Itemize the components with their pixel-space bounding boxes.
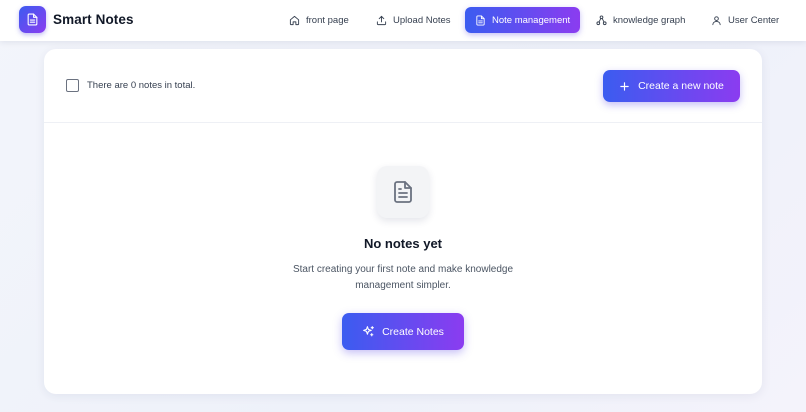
nav-item-label: User Center [728, 14, 780, 26]
empty-state-title: No notes yet [363, 236, 442, 251]
nav-item-label: front page [306, 14, 349, 26]
create-new-note-button[interactable]: Create a new note [603, 70, 740, 102]
nav-item-user-center[interactable]: User Center [701, 7, 789, 33]
main-nav: front page Upload Notes Note management [0, 7, 806, 33]
create-new-note-label: Create a new note [638, 80, 724, 92]
empty-state-description: Start creating your first note and make … [292, 264, 514, 291]
upload-icon [376, 15, 387, 25]
document-icon [394, 181, 412, 203]
top-navigation-bar: Smart Notes front page Upload Notes Note… [0, 0, 806, 41]
nav-item-front-page[interactable]: front page [279, 7, 359, 33]
create-notes-label: Create Notes [382, 325, 444, 338]
notes-toolbar: There are 0 notes in total. Create a new… [44, 49, 762, 123]
nav-item-label: knowledge graph [613, 14, 686, 26]
nav-item-knowledge-graph[interactable]: knowledge graph [586, 7, 695, 33]
empty-state-illustration [377, 166, 429, 218]
select-all-checkbox[interactable] [66, 79, 79, 92]
network-icon [596, 14, 607, 25]
notes-panel: There are 0 notes in total. Create a new… [44, 49, 762, 394]
nav-item-label: Upload Notes [393, 14, 451, 26]
sparkles-icon [363, 326, 374, 337]
create-notes-button[interactable]: Create Notes [342, 313, 464, 350]
plus-icon [620, 81, 629, 91]
nav-item-upload-notes[interactable]: Upload Notes [366, 7, 461, 33]
nav-item-label: Note management [492, 14, 571, 26]
home-icon [289, 15, 300, 25]
notes-count-text: There are 0 notes in total. [87, 80, 196, 91]
document-icon [476, 14, 485, 26]
user-icon [712, 15, 721, 25]
nav-item-note-management[interactable]: Note management [465, 7, 580, 33]
